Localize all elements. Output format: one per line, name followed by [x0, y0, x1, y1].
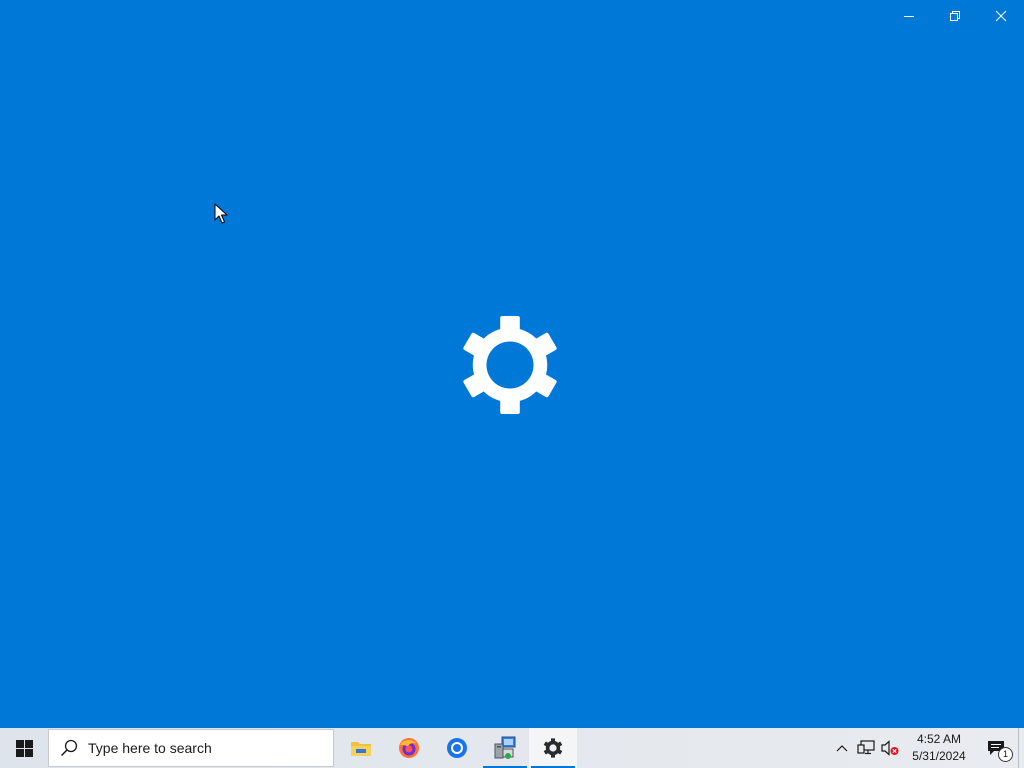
settings-splash-window — [0, 0, 1024, 728]
taskbar-app-firefox[interactable] — [385, 728, 433, 768]
window-controls — [886, 0, 1024, 32]
restore-icon — [950, 11, 960, 21]
desktop-screen: Type here to search 4:52 AM 5/31/2024 1 — [0, 0, 1024, 768]
firefox-icon — [399, 738, 419, 758]
start-button[interactable] — [0, 728, 48, 768]
close-icon — [995, 10, 1007, 22]
system-tray: 4:52 AM 5/31/2024 1 — [830, 728, 1024, 768]
minimize-icon — [904, 16, 914, 17]
notification-count-badge: 1 — [998, 747, 1013, 762]
taskbar-app-network-setup[interactable] — [481, 728, 529, 768]
taskbar-app-chrome[interactable] — [433, 728, 481, 768]
search-input[interactable]: Type here to search — [48, 729, 334, 767]
clock-date: 5/31/2024 — [912, 749, 966, 763]
restore-button[interactable] — [932, 0, 978, 32]
windows-logo-icon — [15, 739, 33, 757]
volume-muted-icon — [881, 740, 899, 756]
computer-network-icon — [494, 736, 516, 759]
clock-time: 4:52 AM — [916, 732, 962, 746]
taskbar-clock[interactable]: 4:52 AM 5/31/2024 — [904, 728, 974, 768]
taskbar-app-file-explorer[interactable] — [337, 728, 385, 768]
taskbar-app-settings[interactable] — [529, 728, 577, 768]
mouse-pointer-icon — [214, 203, 228, 224]
show-hidden-icons-button[interactable] — [830, 728, 854, 768]
minimize-button[interactable] — [886, 0, 932, 32]
search-icon — [60, 739, 78, 757]
chevron-up-icon — [836, 745, 848, 752]
volume-button[interactable] — [878, 728, 902, 768]
close-button[interactable] — [978, 0, 1024, 32]
chrome-icon — [447, 738, 467, 758]
network-status-button[interactable] — [854, 728, 878, 768]
taskbar-apps — [337, 728, 577, 768]
gear-icon — [543, 738, 563, 758]
taskbar: Type here to search 4:52 AM 5/31/2024 1 — [0, 728, 1024, 768]
search-placeholder: Type here to search — [88, 740, 212, 756]
show-desktop-button[interactable] — [1018, 728, 1024, 768]
gear-icon — [463, 316, 557, 414]
folder-icon — [351, 742, 371, 756]
network-icon — [857, 740, 875, 755]
action-center-button[interactable]: 1 — [974, 728, 1018, 768]
